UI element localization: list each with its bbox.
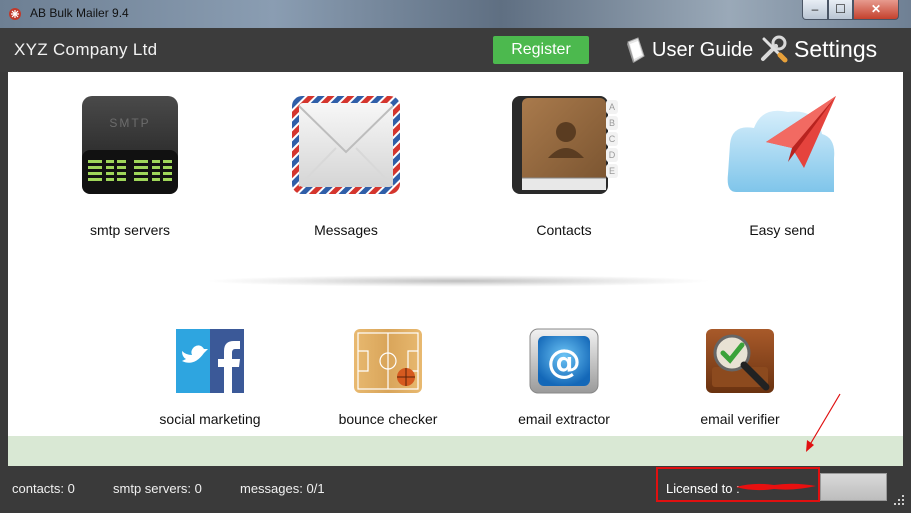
company-name: XYZ Company Ltd <box>14 40 158 59</box>
tab-e-label: E <box>609 166 615 176</box>
app-logo-icon <box>9 8 21 20</box>
messages-count: messages: 0/1 <box>240 481 325 496</box>
smtp-server-icon: SMTP <box>82 96 178 194</box>
license-highlight-box: Licensed to : <box>656 467 820 502</box>
messages-tile[interactable]: Messages <box>286 94 406 238</box>
settings-label: Settings <box>794 35 878 62</box>
license-field[interactable] <box>820 473 887 501</box>
redaction-mark <box>736 483 816 491</box>
book-icon <box>627 37 645 63</box>
app-header: XYZ Company Ltd Register User Guide Sett… <box>0 28 911 72</box>
tile-label: email extractor <box>518 411 610 427</box>
bounce-checker-tile[interactable]: bounce checker <box>328 327 448 427</box>
tab-d-label: D <box>609 150 616 160</box>
wrench-screwdriver-icon <box>761 35 788 63</box>
tab-b-label: B <box>609 118 615 128</box>
tile-label: Easy send <box>749 222 815 238</box>
window-title-bar[interactable]: AB Bulk Mailer 9.4 – ☐ ✕ <box>0 0 911 28</box>
easy-send-tile[interactable]: Easy send <box>722 94 842 238</box>
at-sign-icon: @ <box>529 328 599 394</box>
tile-label: Messages <box>314 222 378 238</box>
smtp-icon-text: SMTP <box>109 116 150 130</box>
settings-button[interactable]: Settings <box>758 32 877 66</box>
license-label: Licensed to : <box>666 481 740 496</box>
svg-text:@: @ <box>547 342 581 382</box>
tile-label: bounce checker <box>338 411 438 427</box>
contacts-tile[interactable]: A B C D E Contacts <box>504 94 624 238</box>
user-guide-button[interactable]: User Guide <box>624 34 753 66</box>
window-title: AB Bulk Mailer 9.4 <box>30 6 129 20</box>
smtp-servers-tile[interactable]: SMTP smtp servers <box>70 94 190 238</box>
maximize-button[interactable]: ☐ <box>828 0 853 20</box>
register-button[interactable]: Register <box>493 36 589 64</box>
email-extractor-tile[interactable]: @ email extractor <box>504 327 624 427</box>
smtp-servers-count: smtp servers: 0 <box>113 481 202 496</box>
paper-plane-icon <box>727 96 836 192</box>
minimize-button[interactable]: – <box>802 0 828 20</box>
close-button[interactable]: ✕ <box>853 0 899 20</box>
user-guide-label: User Guide <box>652 38 754 61</box>
section-divider <box>203 275 713 287</box>
tab-a-label: A <box>609 102 615 112</box>
status-bar: contacts: 0 smtp servers: 0 messages: 0/… <box>0 466 911 513</box>
social-marketing-tile[interactable]: social marketing <box>150 327 270 427</box>
tile-label: email verifier <box>700 411 780 427</box>
basketball-court-icon <box>354 329 422 393</box>
tile-label: social marketing <box>159 411 261 427</box>
email-verifier-tile[interactable]: email verifier <box>680 327 800 427</box>
address-book-icon: A B C D E <box>512 96 618 194</box>
progress-strip <box>8 436 903 466</box>
magnifier-check-icon <box>706 329 774 393</box>
tab-c-label: C <box>609 134 616 144</box>
social-media-icon <box>176 329 244 393</box>
tile-label: Contacts <box>536 222 592 238</box>
tile-label: smtp servers <box>89 222 171 238</box>
resize-grip-icon[interactable] <box>892 493 906 507</box>
main-panel: SMTP smtp servers Messages A B C D E Con… <box>8 72 903 436</box>
contacts-count: contacts: 0 <box>12 481 75 496</box>
envelope-icon <box>292 96 400 194</box>
